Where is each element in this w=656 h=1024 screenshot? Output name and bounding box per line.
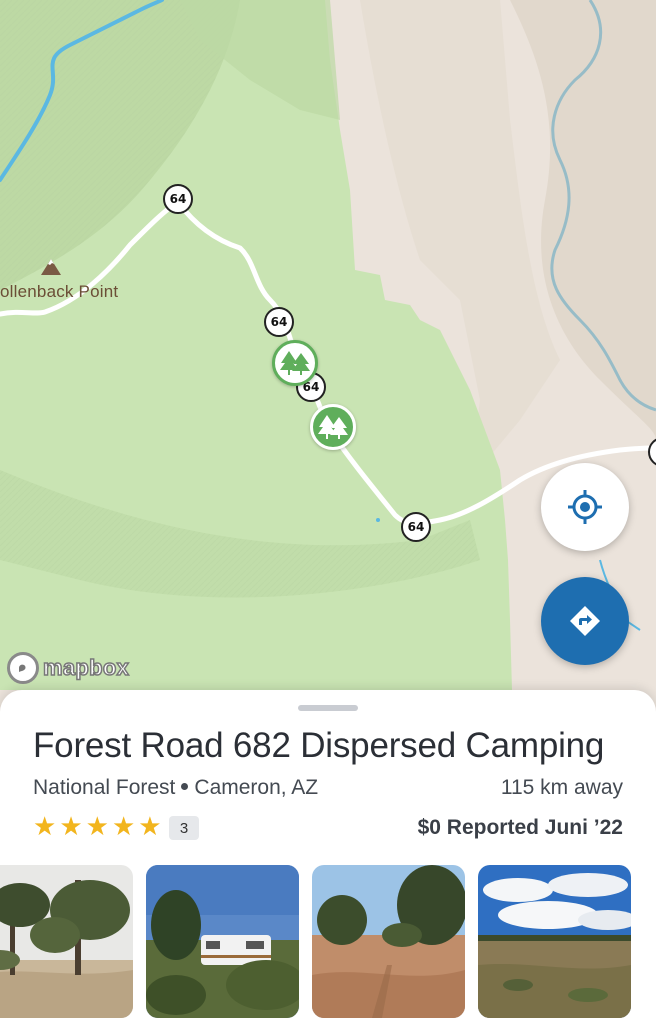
star-icon: ★ — [111, 812, 136, 842]
photo-strip[interactable] — [0, 865, 656, 1018]
route-shield: 64 — [264, 307, 294, 337]
mapbox-mark-icon — [7, 652, 39, 684]
locate-me-button[interactable] — [541, 463, 629, 551]
route-shield: 64 — [401, 512, 431, 542]
peak-label: ollenback Point — [0, 282, 119, 301]
campground-pin-outline[interactable] — [272, 340, 318, 386]
mapbox-logo[interactable]: mapbox — [7, 652, 130, 684]
star-icon: ★ — [138, 812, 162, 842]
rating-stars[interactable]: ★ ★ ★ ★ ★ — [33, 814, 162, 840]
trees-icon — [318, 415, 348, 439]
review-count-badge[interactable]: 3 — [169, 816, 199, 840]
place-location: Cameron, AZ — [194, 776, 319, 799]
mapbox-wordmark: mapbox — [42, 654, 130, 681]
price-report: $0 Reported Juni ’22 — [417, 816, 623, 839]
place-bottom-sheet[interactable]: Forest Road 682 Dispersed Camping Nation… — [0, 690, 656, 1024]
star-icon: ★ — [33, 812, 57, 842]
separator-dot — [181, 782, 189, 790]
star-icon: ★ — [85, 812, 109, 842]
star-icon: ★ — [59, 812, 83, 842]
campground-pin-selected[interactable] — [310, 404, 356, 450]
place-distance: 115 km away — [500, 776, 623, 799]
route-shield: 64 — [163, 184, 193, 214]
place-subtitle: National Forest Cameron, AZ — [33, 776, 318, 800]
directions-arrow-icon — [570, 606, 600, 636]
sheet-drag-handle[interactable] — [298, 705, 358, 711]
place-category: National Forest — [33, 776, 176, 799]
crosshair-icon — [568, 490, 602, 524]
directions-button[interactable] — [541, 577, 629, 665]
photo-2[interactable] — [146, 865, 299, 1018]
map-view[interactable]: ollenback Point 64 64 64 64 mapbox — [0, 0, 656, 720]
photo-4[interactable] — [478, 865, 631, 1018]
photo-3[interactable] — [312, 865, 465, 1018]
place-title: Forest Road 682 Dispersed Camping — [33, 726, 605, 765]
peak-icon — [41, 259, 61, 275]
photo-1[interactable] — [0, 865, 133, 1018]
trees-icon — [280, 351, 310, 375]
